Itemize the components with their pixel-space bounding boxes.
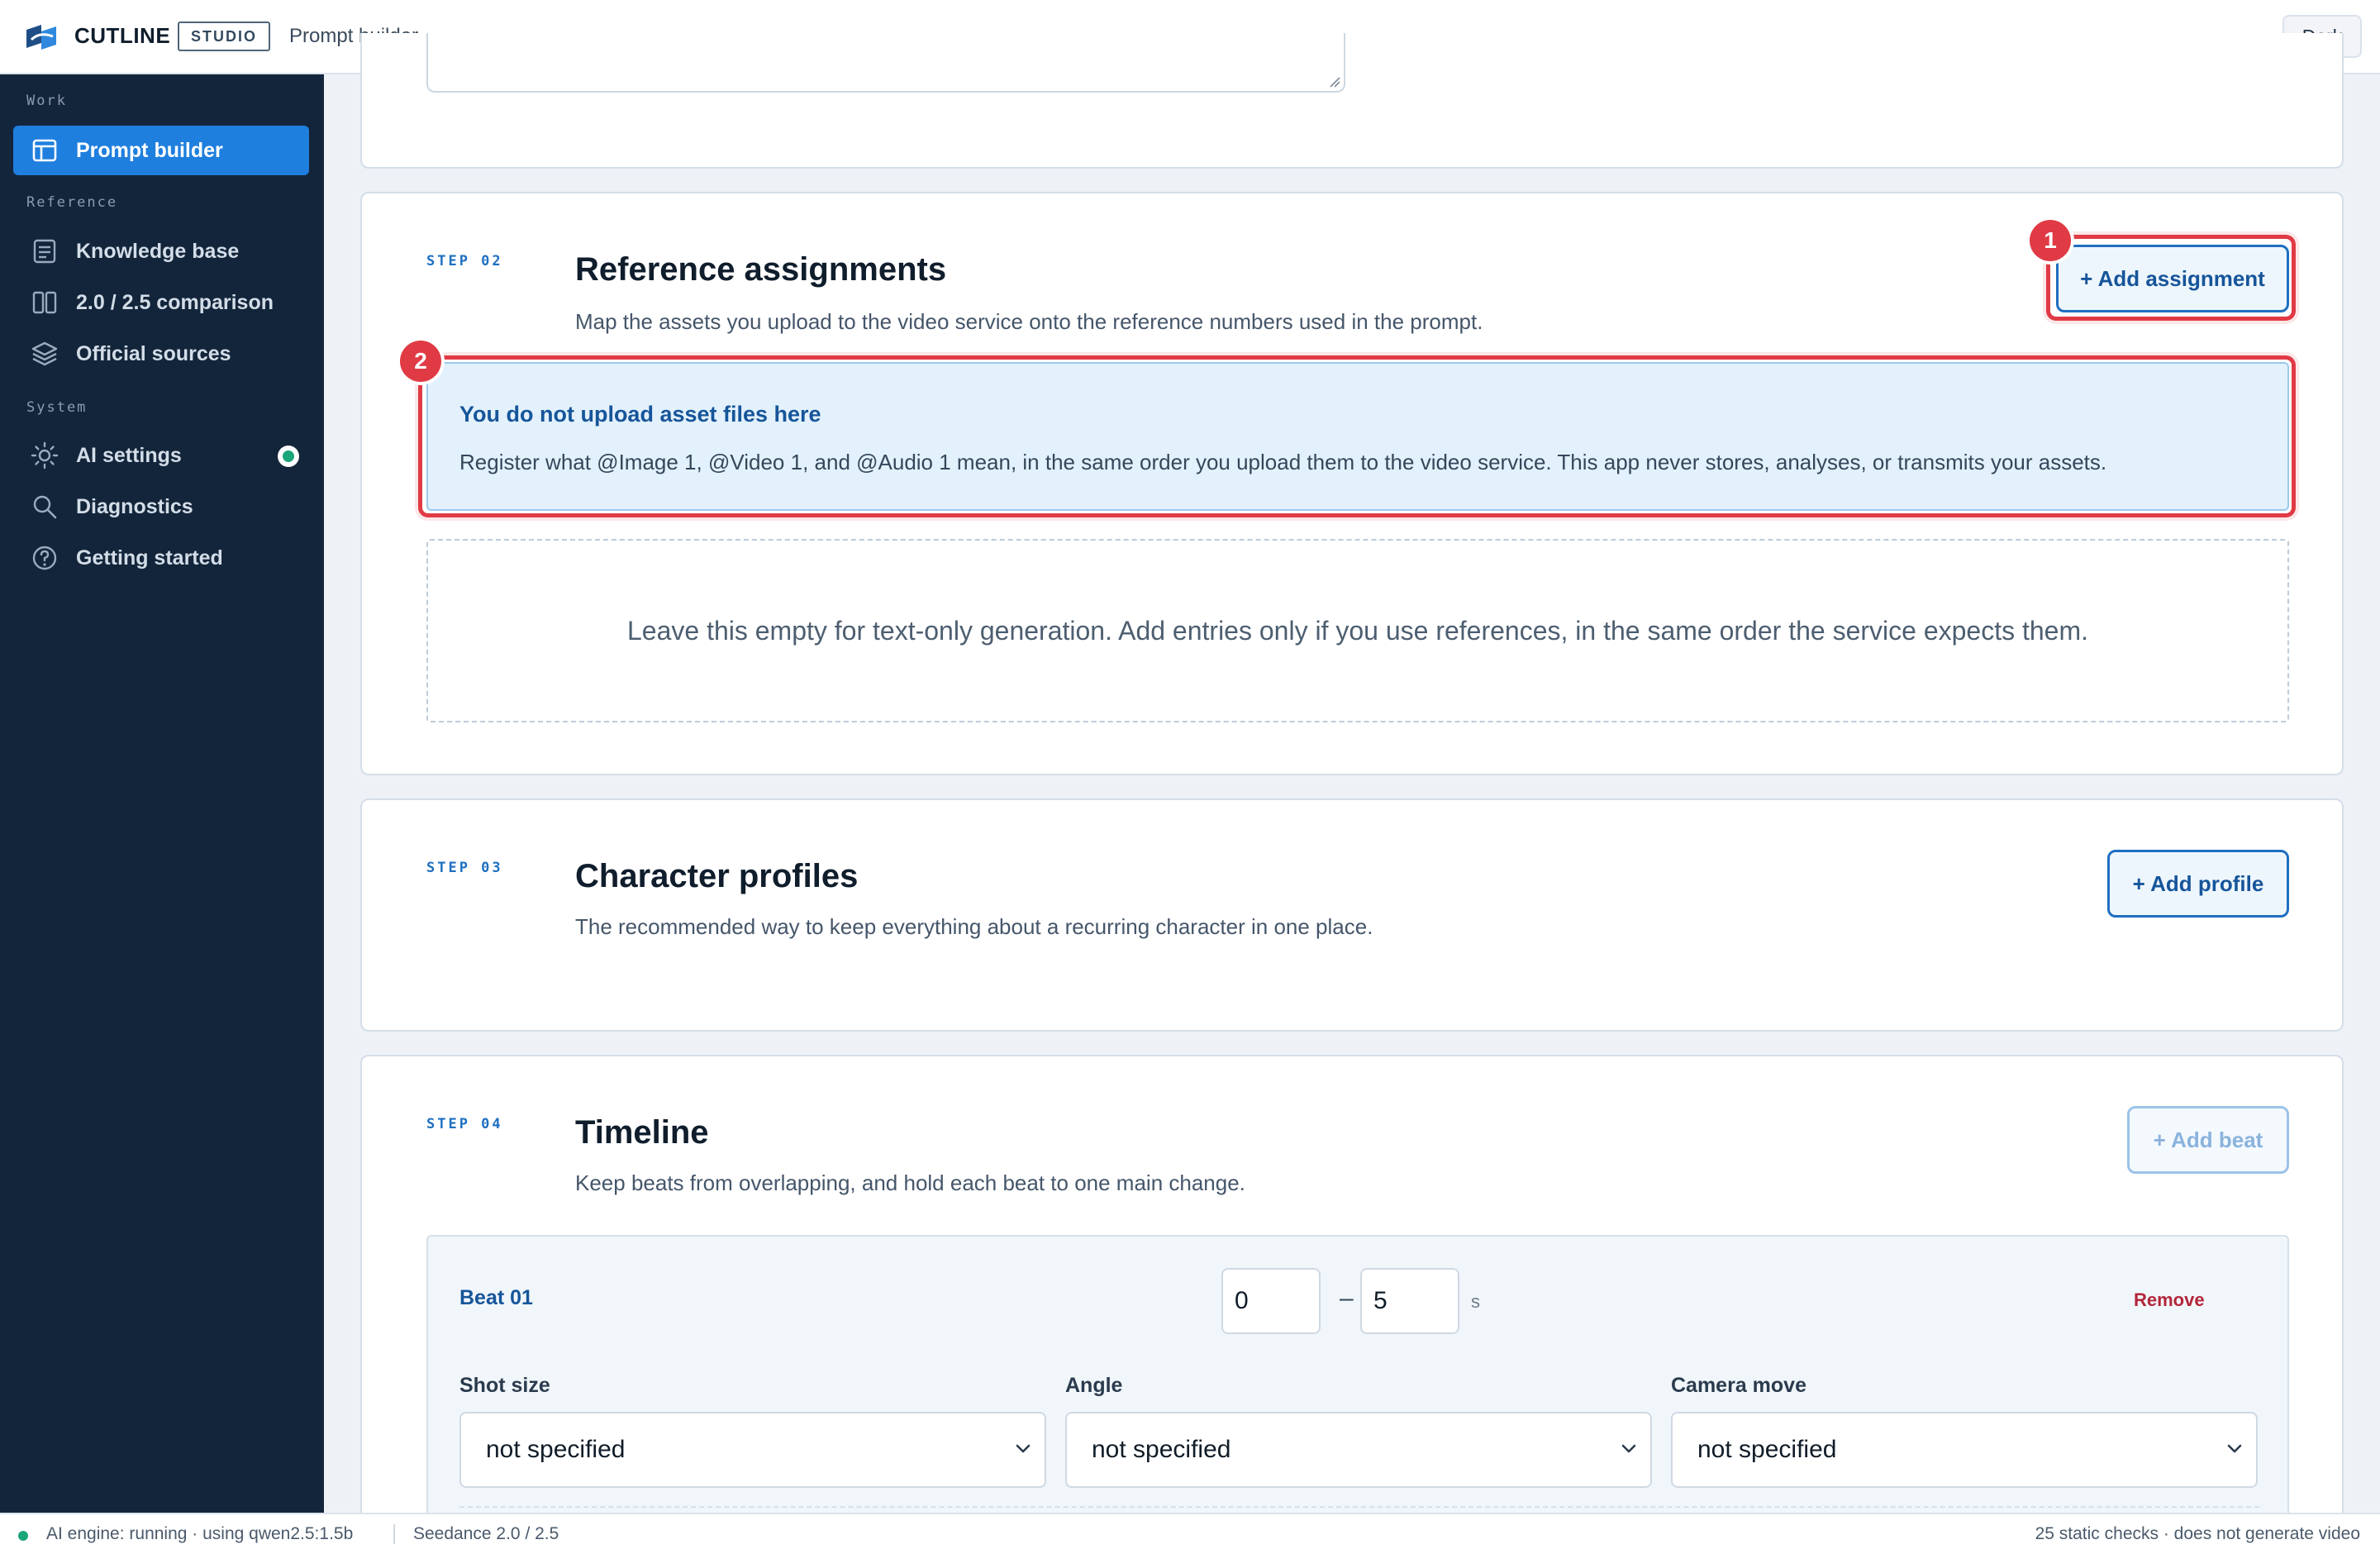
sidebar-item-label: Knowledge base [76,239,240,263]
sidebar-item-label: Official sources [76,341,231,365]
model-version-text: Seedance 2.0 / 2.5 [413,1524,559,1543]
sidebar-item-label: Diagnostics [76,494,193,518]
add-profile-button[interactable]: + Add profile [2107,850,2289,918]
time-unit: s [1471,1291,1480,1312]
sidebar-item-diagnostics[interactable]: Diagnostics [13,482,309,532]
step-label: STEP 03 [426,860,503,876]
static-checks-text: 25 static checks · does not generate vid… [2035,1524,2360,1543]
assignments-empty-state: Leave this empty for text-only generatio… [426,539,2289,722]
section-title: Timeline [575,1114,709,1151]
angle-select[interactable]: not specified [1065,1412,1652,1488]
camera-move-select[interactable]: not specified [1671,1412,2258,1488]
sidebar-item-official-sources[interactable]: Official sources [13,329,309,379]
section-description: The recommended way to keep everything a… [575,914,1373,939]
section-description: Keep beats from overlapping, and hold ea… [575,1170,1245,1195]
chevron-down-icon [1621,1444,1636,1453]
engine-status-icon [18,1531,28,1541]
status-bar: AI engine: running · using qwen2.5:1.5b … [0,1513,2380,1554]
sidebar-item-knowledge-base[interactable]: Knowledge base [13,226,309,276]
layers-icon [30,339,60,369]
select-value: not specified [1697,1436,1837,1463]
select-value: not specified [1092,1436,1231,1463]
annotation-marker-1: 1 [2030,220,2071,261]
chevron-down-icon [1016,1444,1031,1453]
time-range-separator: – [1340,1285,1354,1312]
beat-end-input[interactable] [1360,1268,1459,1334]
sidebar-section-work: Work [26,93,67,109]
brand-badge: STUDIO [178,21,271,51]
prompt-textarea[interactable] [426,33,1345,93]
search-icon [30,492,60,522]
engine-status-text: AI engine: running · using qwen2.5:1.5b [46,1524,354,1543]
beat-title: Beat 01 [459,1286,533,1309]
document-icon [30,236,60,266]
sidebar-item-label: Getting started [76,546,223,570]
sidebar-item-label: 2.0 / 2.5 comparison [76,290,274,314]
select-value: not specified [486,1436,626,1463]
section-title: Reference assignments [575,251,947,288]
sidebar-section-reference: Reference [26,194,118,211]
sidebar: Work Prompt builder Reference Knowledge … [0,74,324,1513]
sidebar-section-system: System [26,399,88,416]
step-label: STEP 02 [426,253,503,269]
add-beat-button[interactable]: + Add beat [2127,1106,2289,1174]
highlight-add-assignment [2046,235,2296,321]
sidebar-item-prompt-builder[interactable]: Prompt builder [13,126,309,175]
columns-icon [30,288,60,317]
step-01-card [360,33,2344,169]
beat-card: Beat 01 – s Remove Shot size not specifi… [426,1235,2289,1549]
camera-move-label: Camera move [1671,1374,1806,1397]
sidebar-item-getting-started[interactable]: Getting started [13,533,309,583]
beat-start-input[interactable] [1221,1268,1321,1334]
status-indicator-icon [278,446,299,467]
annotation-marker-2: 2 [400,341,441,382]
help-circle-icon [30,543,60,573]
remove-beat-button[interactable]: Remove [2134,1289,2205,1311]
step-03-card: STEP 03 Character profiles The recommend… [360,798,2344,1032]
section-description: Map the assets you upload to the video s… [575,309,1483,334]
divider [393,1524,395,1544]
resize-handle-icon[interactable] [1327,74,1340,88]
chevron-down-icon [2227,1444,2242,1453]
sidebar-item-comparison[interactable]: 2.0 / 2.5 comparison [13,278,309,327]
logo-icon [26,25,56,50]
layout-icon [30,136,60,165]
sidebar-item-label: AI settings [76,443,182,467]
section-title: Character profiles [575,858,859,894]
empty-state-text: Leave this empty for text-only generatio… [626,615,2089,646]
highlight-info-callout [418,355,2296,517]
divider [459,1506,2259,1508]
sidebar-item-label: Prompt builder [76,138,223,162]
angle-label: Angle [1065,1374,1123,1397]
sun-icon [30,441,60,470]
shot-size-select[interactable]: not specified [459,1412,1046,1488]
brand-name: CUTLINE [74,23,171,48]
sidebar-item-ai-settings[interactable]: AI settings [13,431,309,480]
shot-size-label: Shot size [459,1374,550,1397]
step-04-card: STEP 04 Timeline Keep beats from overlap… [360,1055,2344,1551]
step-label: STEP 04 [426,1116,503,1132]
